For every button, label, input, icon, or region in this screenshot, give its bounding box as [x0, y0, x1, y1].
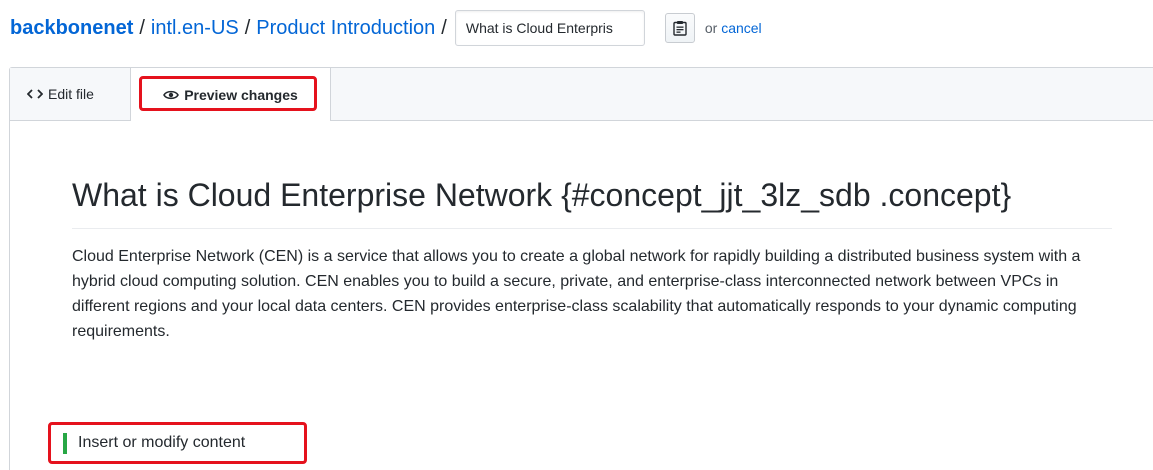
page: backbonenet / intl.en-US / Product Intro…	[0, 0, 1153, 470]
breadcrumb-separator: /	[244, 16, 251, 39]
inserted-content-line: Insert or modify content	[51, 424, 305, 462]
tab-preview-changes-label: Preview changes	[184, 86, 298, 103]
preview-content: What is Cloud Enterprise Network {#conce…	[72, 172, 1112, 344]
inserted-content-text: Insert or modify content	[78, 434, 246, 451]
breadcrumb: backbonenet / intl.en-US / Product Intro…	[10, 10, 762, 46]
tab-edit-file-label: Edit file	[48, 86, 94, 102]
or-text: or	[704, 20, 718, 36]
breadcrumb-separator: /	[441, 16, 447, 39]
clipboard-button[interactable]	[664, 13, 695, 43]
cancel-link[interactable]: cancel	[721, 20, 761, 36]
clipboard-icon	[673, 21, 687, 36]
tab-preview-changes[interactable]: Preview changes	[131, 68, 331, 121]
added-content-marker	[63, 432, 67, 454]
eye-icon	[163, 90, 180, 99]
tab-bar: Edit file Preview changes	[10, 68, 1153, 121]
code-icon	[27, 89, 43, 99]
breadcrumb-owner-link[interactable]: backbonenet	[10, 17, 133, 40]
breadcrumb-item-product-introduction[interactable]: Product Introduction	[256, 17, 435, 40]
filename-input[interactable]	[454, 10, 645, 46]
document-title: What is Cloud Enterprise Network {#conce…	[72, 172, 1112, 229]
or-cancel: or cancel	[705, 20, 762, 36]
tab-edit-file[interactable]: Edit file	[10, 68, 131, 120]
breadcrumb-item-intl-en-us[interactable]: intl.en-US	[151, 17, 239, 40]
breadcrumb-separator: /	[139, 16, 145, 39]
document-paragraph: Cloud Enterprise Network (CEN) is a serv…	[72, 248, 1081, 340]
